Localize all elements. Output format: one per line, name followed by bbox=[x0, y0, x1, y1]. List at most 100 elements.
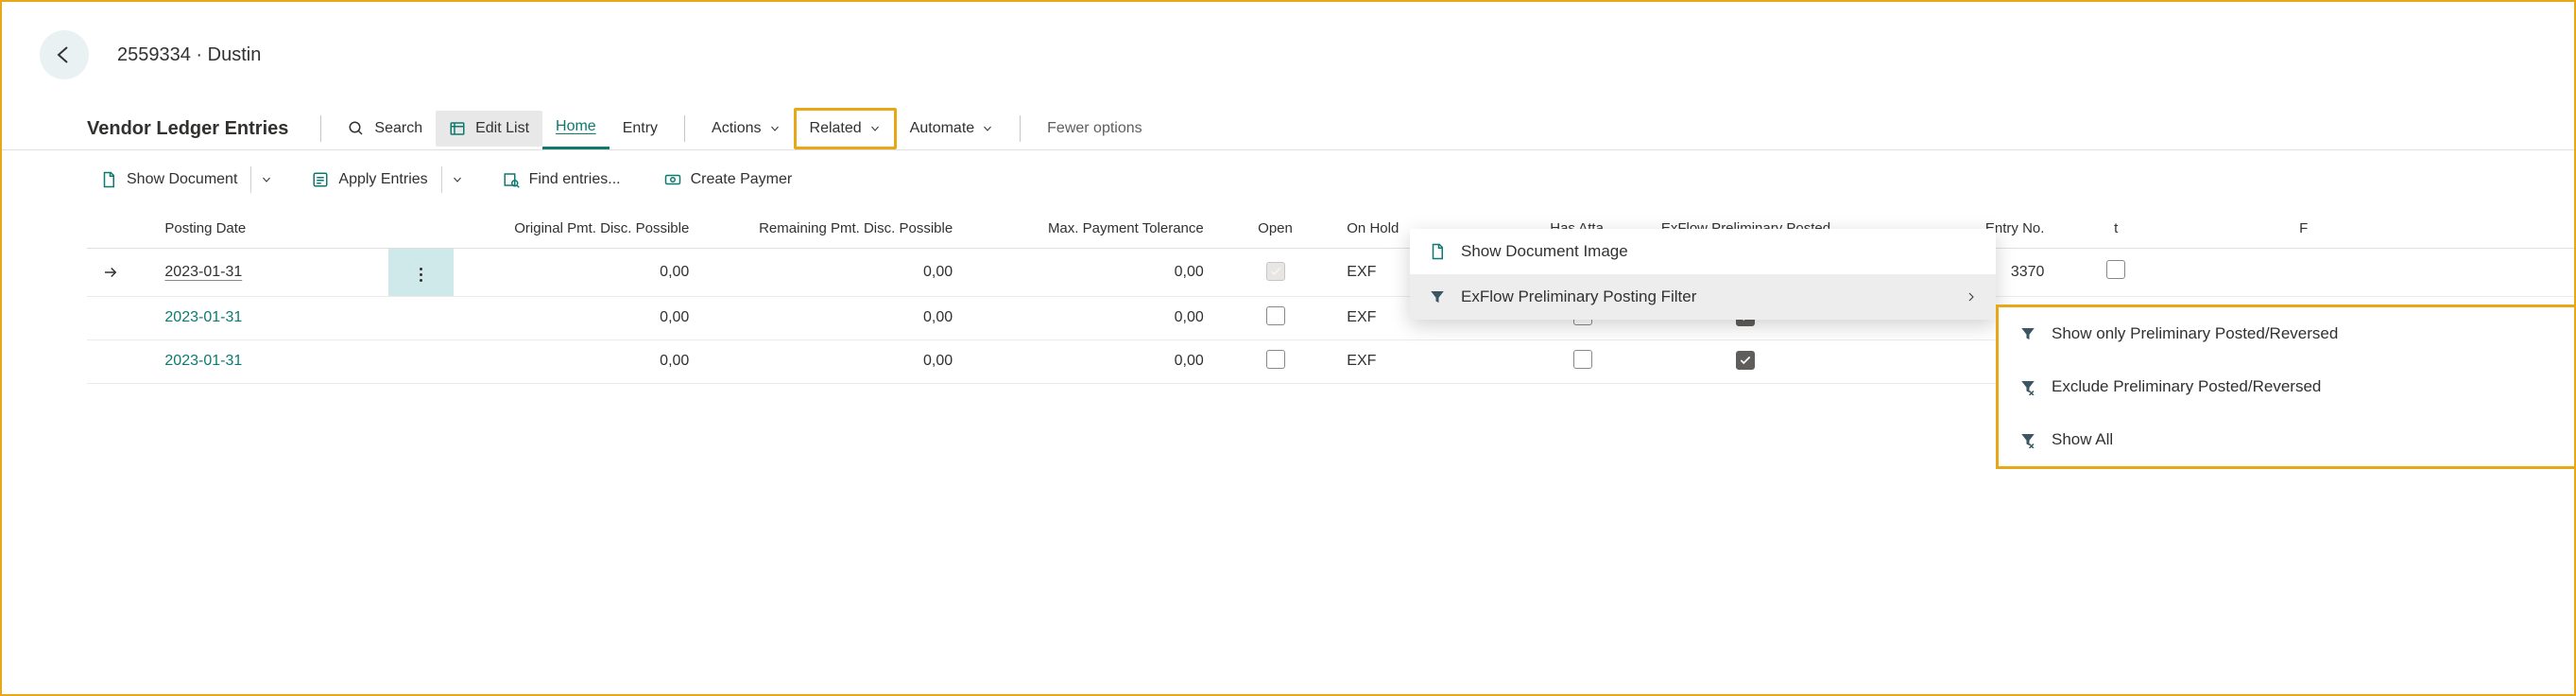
find-entries-icon bbox=[503, 171, 520, 188]
menu-show-only-preliminary[interactable]: Show only Preliminary Posted/Reversed bbox=[1999, 307, 2576, 360]
find-entries-button[interactable]: Find entries... bbox=[489, 164, 634, 196]
apply-entries-split[interactable] bbox=[441, 166, 472, 193]
menu-show-only-label: Show only Preliminary Posted/Reversed bbox=[2052, 324, 2338, 343]
show-document-label: Show Document bbox=[127, 171, 237, 188]
row-menu-button[interactable] bbox=[388, 339, 454, 383]
menu-show-document-image-label: Show Document Image bbox=[1461, 242, 1628, 261]
apply-entries-button[interactable]: Apply Entries bbox=[299, 164, 440, 196]
cell-on-hold[interactable]: EXF bbox=[1331, 339, 1520, 383]
menu-exclude-label: Exclude Preliminary Posted/Reversed bbox=[2052, 377, 2321, 396]
vertical-dots-icon bbox=[411, 264, 430, 287]
fewer-options-button[interactable]: Fewer options bbox=[1034, 111, 1156, 147]
cell-rem[interactable]: 0,00 bbox=[704, 296, 968, 339]
cell-tol[interactable]: 0,00 bbox=[968, 249, 1219, 297]
cell-orig[interactable]: 0,00 bbox=[454, 339, 705, 383]
col-row-menu bbox=[388, 209, 454, 249]
menu-exflow-filter-label: ExFlow Preliminary Posting Filter bbox=[1461, 287, 1696, 306]
cell-tol[interactable]: 0,00 bbox=[968, 339, 1219, 383]
cell-exflow-posted[interactable] bbox=[1645, 339, 1846, 383]
cell-rem[interactable]: 0,00 bbox=[704, 339, 968, 383]
chevron-down-icon bbox=[869, 123, 881, 134]
row-menu-button[interactable] bbox=[388, 296, 454, 339]
col-blank bbox=[2323, 209, 2574, 249]
search-icon bbox=[348, 120, 365, 137]
related-label: Related bbox=[810, 120, 862, 137]
automate-label: Automate bbox=[910, 120, 974, 137]
cell-posting-date[interactable]: 2023-01-31 bbox=[149, 249, 387, 297]
document-icon bbox=[100, 171, 117, 188]
create-payment-label: Create Paymer bbox=[691, 171, 793, 188]
cell-has-attachment[interactable] bbox=[1520, 339, 1645, 383]
tab-home[interactable]: Home bbox=[542, 109, 610, 149]
menu-exclude-preliminary[interactable]: Exclude Preliminary Posted/Reversed bbox=[1999, 360, 2576, 413]
cell-extra-checkbox[interactable] bbox=[2059, 249, 2172, 297]
chevron-down-icon bbox=[769, 123, 781, 134]
cell-open[interactable] bbox=[1219, 339, 1332, 383]
col-extra2[interactable]: F bbox=[2172, 209, 2323, 249]
back-button[interactable] bbox=[40, 30, 89, 79]
menu-show-all-label: Show All bbox=[2052, 430, 2113, 449]
search-button[interactable]: Search bbox=[335, 111, 436, 147]
related-menu[interactable]: Related bbox=[794, 108, 897, 149]
create-payment-button[interactable]: Create Paymer bbox=[651, 164, 806, 196]
current-row-arrow-icon bbox=[102, 264, 134, 281]
edit-list-label: Edit List bbox=[475, 120, 529, 137]
page-title: 2559334 · Dustin bbox=[117, 44, 261, 66]
checkbox[interactable] bbox=[1573, 350, 1592, 369]
cell-orig[interactable]: 0,00 bbox=[454, 249, 705, 297]
exflow-filter-submenu: Show only Preliminary Posted/Reversed Ex… bbox=[1996, 304, 2576, 469]
col-extra1[interactable]: t bbox=[2059, 209, 2172, 249]
cell-tol[interactable]: 0,00 bbox=[968, 296, 1219, 339]
separator bbox=[320, 115, 321, 142]
checkbox[interactable] bbox=[1736, 351, 1755, 370]
checkbox bbox=[1266, 262, 1285, 281]
row-selector[interactable] bbox=[87, 339, 149, 383]
col-orig-pmt[interactable]: Original Pmt. Disc. Possible bbox=[454, 209, 705, 249]
filter-clear-icon bbox=[2019, 431, 2038, 448]
list-title: Vendor Ledger Entries bbox=[87, 118, 288, 140]
cell-empty bbox=[2323, 249, 2574, 297]
find-entries-label: Find entries... bbox=[529, 171, 621, 188]
cell-open[interactable] bbox=[1219, 296, 1332, 339]
table-row[interactable]: 2023-01-310,000,000,00EXF3370 bbox=[87, 249, 2574, 297]
cell-orig[interactable]: 0,00 bbox=[454, 296, 705, 339]
checkbox[interactable] bbox=[1266, 350, 1285, 369]
tab-home-label: Home bbox=[556, 118, 596, 135]
checkbox[interactable] bbox=[2106, 260, 2125, 279]
menu-exflow-filter[interactable]: ExFlow Preliminary Posting Filter bbox=[1410, 274, 1996, 320]
col-selector bbox=[87, 209, 149, 249]
tab-entry-label: Entry bbox=[623, 120, 658, 137]
actions-menu[interactable]: Actions bbox=[698, 111, 793, 147]
col-open[interactable]: Open bbox=[1219, 209, 1332, 249]
chevron-down-icon bbox=[452, 174, 463, 185]
col-rem-pmt[interactable]: Remaining Pmt. Disc. Possible bbox=[704, 209, 968, 249]
fewer-options-label: Fewer options bbox=[1047, 120, 1142, 137]
filter-icon bbox=[2019, 325, 2038, 342]
tab-entry[interactable]: Entry bbox=[610, 111, 671, 147]
search-label: Search bbox=[374, 120, 422, 137]
show-document-button[interactable]: Show Document bbox=[87, 164, 250, 196]
document-image-icon bbox=[1429, 243, 1448, 260]
filter-icon bbox=[1429, 288, 1448, 305]
related-dropdown: Show Document Image ExFlow Preliminary P… bbox=[1410, 229, 1996, 320]
create-payment-icon bbox=[664, 171, 681, 188]
automate-menu[interactable]: Automate bbox=[897, 111, 1006, 147]
cell-posting-date[interactable]: 2023-01-31 bbox=[149, 339, 387, 383]
cell-rem[interactable]: 0,00 bbox=[704, 249, 968, 297]
col-max-tol[interactable]: Max. Payment Tolerance bbox=[968, 209, 1219, 249]
row-selector[interactable] bbox=[87, 296, 149, 339]
col-posting-date[interactable]: Posting Date bbox=[149, 209, 387, 249]
actions-label: Actions bbox=[712, 120, 761, 137]
cell-posting-date[interactable]: 2023-01-31 bbox=[149, 296, 387, 339]
row-selector[interactable] bbox=[87, 249, 149, 297]
row-menu-button[interactable] bbox=[388, 249, 454, 297]
menu-show-all[interactable]: Show All bbox=[1999, 413, 2576, 466]
chevron-right-icon bbox=[1966, 291, 1977, 303]
separator bbox=[684, 115, 685, 142]
edit-list-button[interactable]: Edit List bbox=[436, 111, 542, 147]
menu-show-document-image[interactable]: Show Document Image bbox=[1410, 229, 1996, 274]
checkbox[interactable] bbox=[1266, 306, 1285, 325]
chevron-down-icon bbox=[261, 174, 272, 185]
show-document-split[interactable] bbox=[250, 166, 282, 193]
cell-open[interactable] bbox=[1219, 249, 1332, 297]
